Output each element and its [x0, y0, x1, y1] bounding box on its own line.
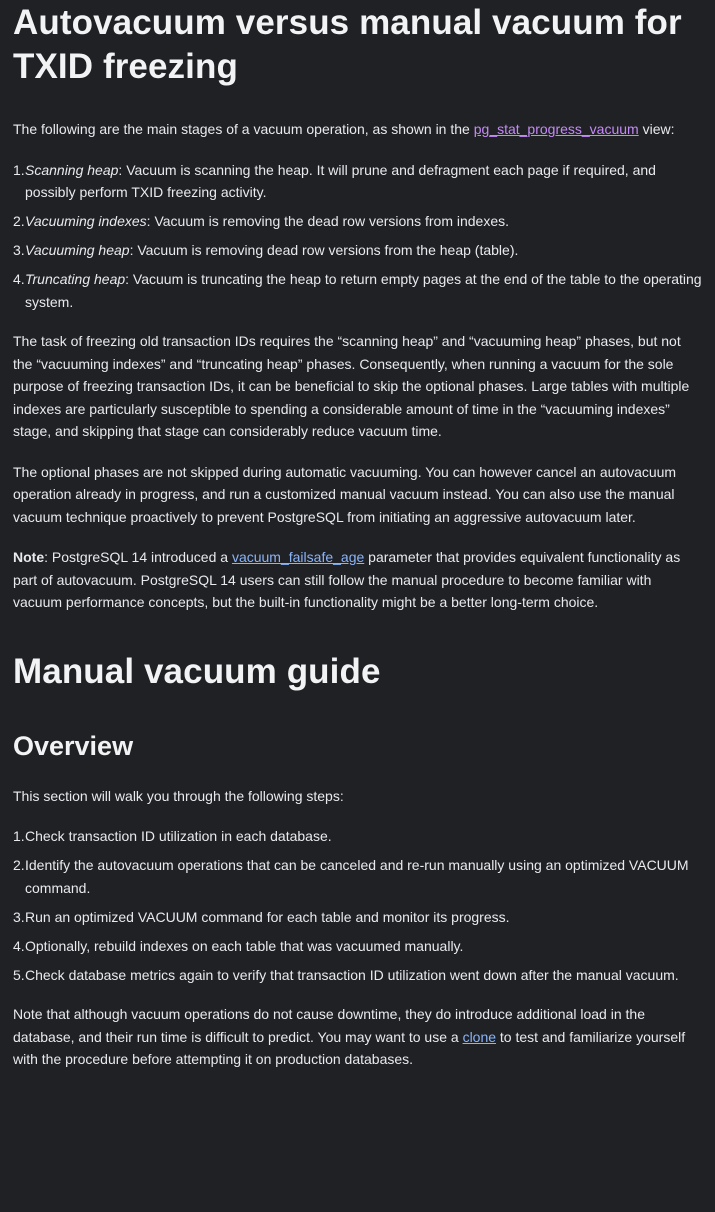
- list-item: 2. Identify the autovacuum operations tha…: [13, 854, 702, 899]
- step-text: Run an optimized VACUUM command for each…: [25, 908, 510, 925]
- note-prefix: : PostgreSQL 14 introduced a: [44, 549, 232, 565]
- list-number: 2.: [13, 857, 25, 873]
- list-number: 2.: [13, 213, 25, 229]
- vacuum-failsafe-age-link[interactable]: vacuum_failsafe_age: [232, 549, 364, 565]
- stage-description: : Vacuum is removing dead row versions f…: [129, 242, 519, 258]
- list-number: 4.: [13, 271, 25, 287]
- list-number: 3.: [13, 242, 25, 258]
- stage-term: Truncating heap: [25, 271, 126, 287]
- step-text: Check database metrics again to verify t…: [25, 966, 679, 983]
- steps-list: 1. Check transaction ID utilization in ea…: [13, 825, 702, 986]
- list-item: 4. Optionally, rebuild indexes on each ta…: [13, 935, 702, 958]
- stage-term: Vacuuming heap: [25, 242, 130, 258]
- list-item: 3. Run an optimized VACUUM command for ea…: [13, 906, 702, 929]
- section-title-autovacuum: Autovacuum versus manual vacuum for TXID…: [13, 3, 682, 86]
- stage-term: Vacuuming indexes: [25, 213, 147, 229]
- list-item: 1. Scanning heap: Vacuum is scanning the …: [13, 159, 702, 204]
- intro-paragraph: The following are the main stages of a v…: [13, 118, 702, 141]
- list-number: 1.: [13, 828, 25, 844]
- list-number: 3.: [13, 908, 25, 925]
- article: Autovacuum versus manual vacuum for TXID…: [0, 1, 715, 1071]
- subsection-title-overview: Overview: [13, 730, 134, 761]
- stage-term: Scanning heap: [25, 161, 119, 178]
- list-number: 4.: [13, 937, 25, 954]
- vacuum-stages-list: 1. Scanning heap: Vacuum is scanning the …: [13, 159, 702, 314]
- list-number: 1.: [13, 161, 25, 178]
- list-item: 4. Truncating heap: Vacuum is truncating …: [13, 268, 702, 313]
- freezing-paragraph: The task of freezing old transaction IDs…: [13, 333, 690, 439]
- list-item: 1. Check transaction ID utilization in ea…: [13, 825, 702, 848]
- note-paragraph: Note: PostgreSQL 14 introduced a vacuum_…: [13, 546, 702, 614]
- steps-intro: This section will walk you through the f…: [13, 787, 344, 804]
- step-text: Identify the autovacuum operations that …: [25, 857, 689, 896]
- intro-suffix: view:: [638, 121, 675, 137]
- intro-prefix: The following are the main stages of a v…: [13, 121, 474, 137]
- stage-description: : Vacuum is removing the dead row versio…: [146, 213, 510, 229]
- stage-description: : Vacuum is scanning the heap. It will p…: [25, 161, 656, 201]
- clone-link[interactable]: clone: [463, 1029, 496, 1045]
- list-item: 5. Check database metrics again to verify…: [13, 964, 702, 987]
- stage-description: : Vacuum is truncating the heap to retur…: [25, 271, 702, 310]
- step-text: Check transaction ID utilization in each…: [25, 828, 332, 844]
- section-title-manual-vacuum-guide: Manual vacuum guide: [13, 651, 381, 691]
- step-text: Optionally, rebuild indexes on each tabl…: [25, 937, 464, 954]
- optional-phases-paragraph: The optional phases are not skipped duri…: [13, 463, 677, 525]
- list-number: 5.: [13, 966, 25, 983]
- pg-stat-progress-vacuum-link[interactable]: pg_stat_progress_vacuum: [474, 121, 639, 137]
- list-item: 3. Vacuuming heap: Vacuum is removing dea…: [13, 239, 702, 262]
- note-label: Note: [13, 549, 45, 565]
- list-item: 2. Vacuuming indexes: Vacuum is removing …: [13, 210, 702, 233]
- closing-paragraph: Note that although vacuum operations do …: [13, 1003, 702, 1071]
